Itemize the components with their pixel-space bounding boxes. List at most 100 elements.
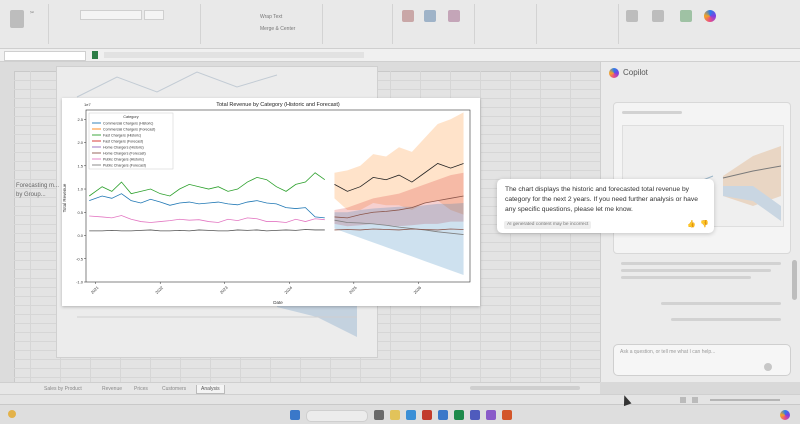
line-commercial-historic xyxy=(89,193,325,219)
y-tick-label: -1.0 xyxy=(76,280,84,285)
y-tick-label: 1.5 xyxy=(77,163,83,168)
copilot-input-placeholder: Ask a question, or tell me what I can he… xyxy=(620,349,716,355)
clipboard-group: ✂ xyxy=(4,4,49,44)
font-family-select[interactable] xyxy=(80,10,142,20)
line-public-historic xyxy=(89,229,325,232)
row-headers xyxy=(0,71,15,382)
format-table-icon[interactable] xyxy=(424,10,436,22)
wrap-text-button[interactable]: Wrap Text xyxy=(260,14,282,20)
sheet-tab-prices[interactable]: Prices xyxy=(130,385,152,393)
grid-column-line xyxy=(30,71,31,382)
app-icon[interactable] xyxy=(486,410,496,420)
font-group xyxy=(50,4,201,44)
grid-row-line xyxy=(14,368,600,369)
powerpoint-icon[interactable] xyxy=(502,410,512,420)
line-home-historic xyxy=(89,215,325,223)
file-explorer-icon[interactable] xyxy=(390,410,400,420)
x-tick-label: 2026 xyxy=(412,284,422,294)
copilot-ribbon-icon[interactable] xyxy=(704,10,716,22)
paste-icon[interactable] xyxy=(10,10,24,28)
thumbs-up-icon[interactable]: 👍 xyxy=(687,220,696,228)
office-icon[interactable] xyxy=(422,410,432,420)
y-tick-label: 1.0 xyxy=(77,187,83,192)
merge-center-button[interactable]: Merge & Center xyxy=(260,26,295,32)
copilot-logo-icon xyxy=(609,68,619,78)
forecast-chart[interactable]: Total Revenue by Category (Historic and … xyxy=(62,98,480,306)
formula-bar xyxy=(0,49,800,62)
name-box[interactable] xyxy=(4,51,86,61)
ai-disclaimer-badge: AI generated content may be incorrect xyxy=(504,221,592,229)
legend-entry: Home Chargers (Forecast) xyxy=(103,151,146,155)
x-axis-label: Date xyxy=(273,300,283,305)
y-scale-note: 1e7 xyxy=(84,102,91,107)
alignment-group: Wrap Text Merge & Center xyxy=(202,4,323,44)
editing-group xyxy=(538,4,619,44)
x-tick-label: 2025 xyxy=(348,284,358,294)
addins-group xyxy=(620,4,720,44)
sheet-tab-customers[interactable]: Customers xyxy=(158,385,190,393)
x-tick-label: 2023 xyxy=(219,284,229,294)
cells-group xyxy=(476,4,537,44)
legend-entry: Fast Chargers (Forecast) xyxy=(103,139,143,143)
ai-response-popup: The chart displays the historic and fore… xyxy=(497,179,714,233)
normal-view-icon[interactable] xyxy=(680,397,686,403)
legend-entry: Commercial Chargers (Forecast) xyxy=(103,127,155,131)
store-icon[interactable] xyxy=(438,410,448,420)
conditional-formatting-icon[interactable] xyxy=(402,10,414,22)
legend-entry: Home Chargers (Historic) xyxy=(103,145,144,149)
styles-group xyxy=(394,4,475,44)
y-axis-label: Total Revenue xyxy=(62,183,67,212)
legend-entry: Fast Chargers (Historic) xyxy=(103,133,141,137)
line-fast-historic xyxy=(88,172,326,197)
start-icon[interactable] xyxy=(290,410,300,420)
analyze-data-icon[interactable] xyxy=(680,10,692,22)
y-tick-label: 0.0 xyxy=(77,233,83,238)
sensitivity-icon[interactable] xyxy=(626,10,638,22)
horizontal-scrollbar[interactable] xyxy=(470,386,580,390)
chart-svg: Total Revenue by Category (Historic and … xyxy=(62,102,471,305)
copilot-title: Copilot xyxy=(623,68,648,77)
side-label-grouped: by Group... xyxy=(16,192,46,198)
formula-input[interactable] xyxy=(104,52,364,58)
page-layout-icon[interactable] xyxy=(692,397,698,403)
legend-entry: Public Chargers (Forecast) xyxy=(103,163,146,167)
y-tick-label: 2.0 xyxy=(77,140,83,145)
fx-icon[interactable] xyxy=(92,51,98,59)
copilot-taskbar-icon[interactable] xyxy=(780,410,790,420)
task-view-icon[interactable] xyxy=(374,410,384,420)
chart-title: Total Revenue by Category (Historic and … xyxy=(216,102,340,108)
legend-title: Category xyxy=(123,115,139,119)
ai-response-text: The chart displays the historic and fore… xyxy=(505,186,698,213)
forecast-band-commercial xyxy=(334,202,464,276)
grid-row-line xyxy=(14,377,600,378)
side-label-forecasting: Forecasting m... xyxy=(16,183,60,189)
sheet-tab-revenue[interactable]: Revenue xyxy=(98,385,126,393)
edge-icon[interactable] xyxy=(406,410,416,420)
excel-taskbar-icon[interactable] xyxy=(454,410,464,420)
legend-entry: Public Chargers (Historic) xyxy=(103,157,144,161)
x-tick-label: 2024 xyxy=(283,284,293,294)
copilot-input[interactable]: Ask a question, or tell me what I can he… xyxy=(613,344,791,376)
sheet-tab-analysis[interactable]: Analysis xyxy=(196,385,225,394)
x-tick-label: 2021 xyxy=(90,284,100,294)
y-tick-label: 0.5 xyxy=(77,210,83,215)
cut-icon[interactable]: ✂ xyxy=(30,10,34,16)
weather-icon[interactable] xyxy=(8,410,16,418)
sheet-tab-sales[interactable]: Sales by Product xyxy=(40,385,86,393)
font-size-select[interactable] xyxy=(144,10,164,20)
copilot-scrollbar[interactable] xyxy=(792,260,797,300)
grid-row-line xyxy=(14,359,600,360)
zoom-slider[interactable] xyxy=(710,399,780,401)
teams-icon[interactable] xyxy=(470,410,480,420)
cell-styles-icon[interactable] xyxy=(448,10,460,22)
taskbar-search[interactable] xyxy=(306,410,368,422)
grid-column-line xyxy=(480,71,481,382)
x-tick-label: 2022 xyxy=(154,284,164,294)
y-tick-label: -0.5 xyxy=(76,256,84,261)
number-group xyxy=(324,4,393,44)
legend-entry: Commercial Chargers (Historic) xyxy=(103,121,153,125)
addins-icon[interactable] xyxy=(652,10,664,22)
taskbar xyxy=(0,404,800,424)
send-icon[interactable] xyxy=(764,363,772,371)
thumbs-down-icon[interactable]: 👎 xyxy=(700,220,709,228)
